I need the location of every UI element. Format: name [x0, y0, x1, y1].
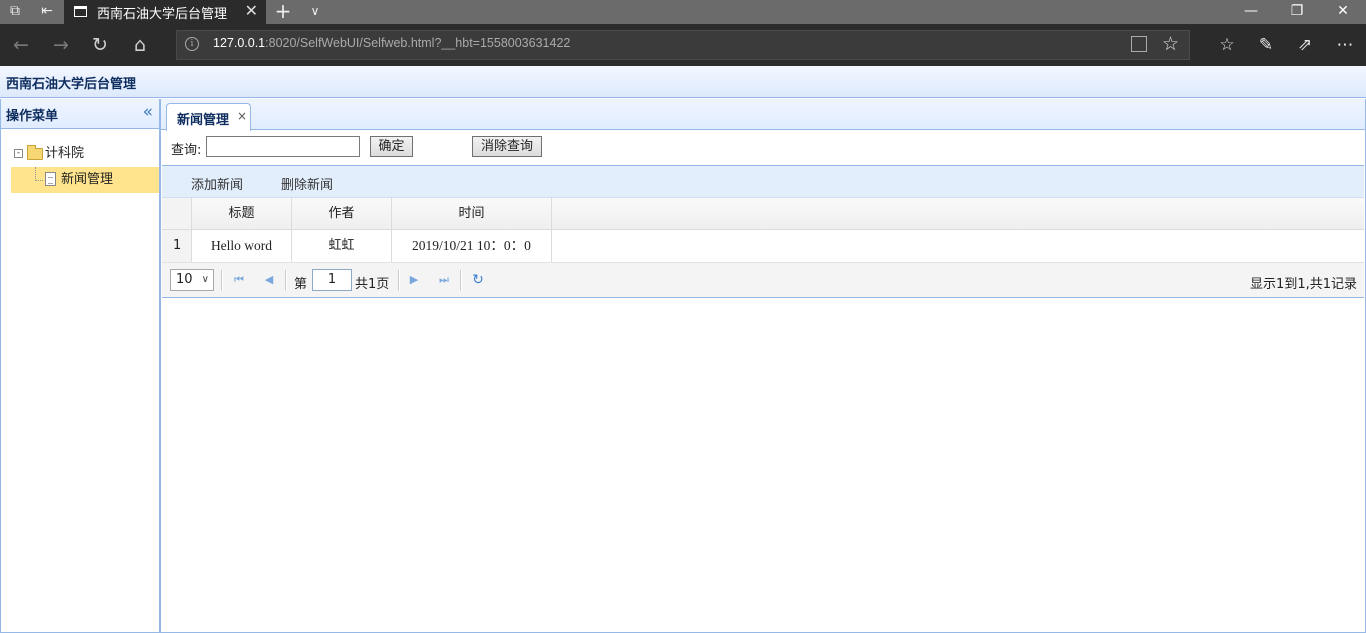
content-panel: 新闻管理 × 查询: 确定 消除查询 添加新闻 删除新闻 标题 作者 时间 1 … — [160, 99, 1366, 633]
page-size-select[interactable]: 10 ∨ — [170, 269, 214, 291]
tree-node-news-management[interactable]: 新闻管理 — [11, 167, 159, 193]
previous-page-icon[interactable]: ◀ — [261, 272, 277, 288]
sidebar-panel: 操作菜单 « - 计科院 新闻管理 — [0, 99, 160, 633]
column-header-author[interactable]: 作者 — [292, 198, 392, 229]
close-tab-icon[interactable]: × — [237, 109, 247, 123]
news-grid: 标题 作者 时间 1 Hello word 虹虹 2019/10/21 10：0… — [162, 198, 1364, 263]
restore-icon[interactable]: ❐ — [1274, 0, 1320, 24]
close-tab-icon[interactable]: ✕ — [245, 1, 258, 20]
query-input[interactable] — [206, 136, 360, 157]
pager-separator — [460, 270, 462, 291]
refresh-icon[interactable]: ↻ — [85, 32, 115, 58]
current-page-input[interactable]: 1 — [312, 269, 352, 291]
cell-time: 2019/10/21 10：0：0 — [392, 230, 552, 262]
pager-separator — [221, 270, 223, 291]
back-arrow-icon[interactable]: ← — [6, 32, 36, 58]
query-bar: 查询: 确定 消除查询 — [161, 130, 1365, 164]
page-icon — [74, 6, 87, 17]
browser-titlebar: ⧉ ⇤ 西南石油大学后台管理 ✕ + ∨ — ❐ ✕ — [0, 0, 1366, 24]
cell-title: Hello word — [192, 230, 292, 262]
cell-author: 虹虹 — [292, 230, 392, 262]
page-prefix: 第 — [294, 277, 308, 292]
grid-header-row: 标题 作者 时间 — [162, 198, 1364, 230]
page-size-value: 10 — [176, 272, 193, 287]
delete-news-button[interactable]: 删除新闻 — [281, 174, 333, 193]
more-icon[interactable]: ⋯ — [1330, 32, 1360, 58]
query-label: 查询: — [171, 143, 202, 158]
last-page-icon[interactable]: ⏭ — [436, 272, 452, 288]
tree-node-label: 新闻管理 — [61, 172, 114, 187]
pager-separator — [285, 270, 287, 291]
content-tabs-bar: 新闻管理 × — [161, 99, 1365, 131]
folder-icon — [27, 145, 43, 160]
app-header: 西南石油大学后台管理 — [0, 66, 1366, 98]
chevron-down-icon[interactable]: ∨ — [300, 0, 330, 24]
tab-label: 新闻管理 — [177, 113, 230, 128]
reading-view-icon[interactable] — [1131, 36, 1147, 52]
tab-list-icon[interactable]: ⧉ — [0, 0, 30, 24]
sidebar-header: 操作菜单 « — [1, 99, 159, 129]
minimize-icon[interactable]: — — [1228, 0, 1274, 24]
favorites-icon[interactable]: ☆ — [1212, 32, 1242, 58]
chevron-down-icon: ∨ — [201, 274, 209, 285]
page-total: 共1页 — [355, 277, 390, 292]
browser-navbar: ← → ↻ ⌂ i 127.0.0.1:8020/SelfWebUI/Selfw… — [0, 24, 1366, 66]
column-header-title[interactable]: 标题 — [192, 198, 292, 229]
confirm-button[interactable]: 确定 — [370, 136, 413, 157]
browser-tab-active[interactable]: 西南石油大学后台管理 ✕ — [64, 0, 266, 24]
menu-tree: - 计科院 新闻管理 — [11, 141, 159, 193]
tab-news-management[interactable]: 新闻管理 × — [166, 103, 251, 131]
close-window-icon[interactable]: ✕ — [1320, 0, 1366, 24]
sidebar-title: 操作菜单 — [6, 109, 59, 124]
url-text[interactable]: 127.0.0.1:8020/SelfWebUI/Selfweb.html?__… — [213, 36, 570, 50]
record-info: 显示1到1,共1记录 — [1250, 277, 1357, 292]
share-icon[interactable]: ⇗ — [1290, 32, 1320, 58]
new-tab-icon[interactable]: + — [268, 0, 298, 24]
row-number-header — [162, 198, 192, 229]
first-page-icon[interactable]: ⏮ — [231, 272, 247, 288]
browser-tab-title: 西南石油大学后台管理 — [97, 7, 228, 22]
file-icon — [45, 172, 56, 186]
info-icon[interactable]: i — [185, 37, 199, 51]
tree-expander-icon[interactable]: - — [14, 149, 23, 158]
favorite-star-icon[interactable]: ☆ — [1162, 33, 1179, 55]
pagination-bar: 10 ∨ ⏮ ◀ 第 1 共1页 ▶ ⏭ ↻ 显示1到1,共1记录 — [162, 263, 1364, 298]
grid-toolbar: 添加新闻 删除新闻 — [162, 165, 1364, 198]
row-number: 1 — [162, 230, 192, 262]
column-header-time[interactable]: 时间 — [392, 198, 552, 229]
next-page-icon[interactable]: ▶ — [406, 272, 422, 288]
collapse-double-chevron-icon[interactable]: « — [143, 103, 153, 121]
clear-query-button[interactable]: 消除查询 — [472, 136, 542, 157]
address-bar[interactable]: i 127.0.0.1:8020/SelfWebUI/Selfweb.html?… — [176, 30, 1190, 60]
app-title: 西南石油大学后台管理 — [6, 77, 137, 92]
table-row[interactable]: 1 Hello word 虹虹 2019/10/21 10：0：0 — [162, 230, 1364, 263]
set-aside-tabs-icon[interactable]: ⇤ — [32, 0, 62, 24]
home-icon[interactable]: ⌂ — [125, 32, 155, 58]
refresh-icon[interactable]: ↻ — [470, 272, 486, 288]
tree-node-department[interactable]: - 计科院 — [11, 141, 159, 167]
forward-arrow-icon[interactable]: → — [46, 32, 76, 58]
pen-icon[interactable]: ✎ — [1251, 32, 1281, 58]
tree-line — [35, 167, 36, 181]
tree-node-label: 计科院 — [45, 146, 85, 161]
tree-line — [35, 180, 43, 181]
pager-separator — [398, 270, 400, 291]
add-news-button[interactable]: 添加新闻 — [191, 174, 243, 193]
